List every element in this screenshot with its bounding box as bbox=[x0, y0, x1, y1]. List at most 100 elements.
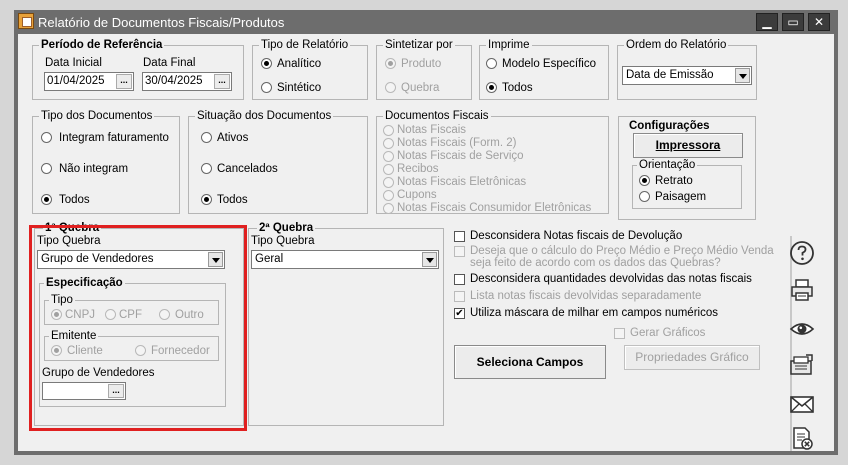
radio-cancelados[interactable] bbox=[201, 163, 212, 174]
checkbox-lista-devolvidas[interactable] bbox=[454, 291, 465, 302]
radio-nao-integram[interactable] bbox=[41, 163, 52, 174]
group-imprime: Imprime Modelo Específico Todos bbox=[479, 39, 609, 100]
radio-notas-servico[interactable] bbox=[383, 151, 394, 162]
sidebar-divider bbox=[790, 236, 792, 451]
situacao-title: Situação dos Documentos bbox=[195, 110, 334, 123]
help-icon[interactable] bbox=[789, 240, 815, 266]
desconsidera-devolucao-label: Desconsidera Notas fiscais de Devolução bbox=[470, 230, 683, 242]
propriedades-grafico-button[interactable]: Propriedades Gráfico bbox=[624, 345, 760, 370]
todos-tipo-label: Todos bbox=[59, 194, 90, 206]
docs-fiscais-title: Documentos Fiscais bbox=[383, 110, 491, 123]
group-periodo: Período de Referência Data Inicial 01/04… bbox=[32, 39, 244, 100]
todos-imprime-label: Todos bbox=[502, 82, 533, 94]
radio-nfce[interactable] bbox=[383, 203, 394, 214]
highlight-box bbox=[29, 225, 247, 431]
group-tipo-docs: Tipo dos Documentos Integram faturamento… bbox=[32, 110, 180, 214]
docs-item-5: Notas Fiscais Eletrônicas bbox=[397, 176, 527, 188]
sintetizar-title: Sintetizar por bbox=[383, 39, 455, 52]
tipo-docs-title: Tipo dos Documentos bbox=[39, 110, 155, 123]
data-inicial-field[interactable]: 01/04/2025 ... bbox=[44, 72, 134, 91]
email-icon[interactable] bbox=[789, 391, 815, 417]
checkbox-mascara-milhar[interactable]: ✔ bbox=[454, 308, 465, 319]
printer-icon[interactable] bbox=[789, 277, 815, 303]
cancelados-label: Cancelados bbox=[217, 163, 278, 175]
checkbox-desconsidera-devolucao[interactable] bbox=[454, 231, 465, 242]
produto-label: Produto bbox=[401, 58, 442, 70]
periodo-title: Período de Referência bbox=[39, 39, 165, 52]
lista-devolvidas-label: Lista notas fiscais devolvidas separadam… bbox=[470, 290, 702, 302]
radio-produto[interactable] bbox=[385, 58, 396, 69]
close-button[interactable]: ✕ bbox=[808, 13, 830, 31]
radio-nfe[interactable] bbox=[383, 177, 394, 188]
export-icon[interactable] bbox=[789, 352, 815, 378]
analitico-label: Analítico bbox=[277, 58, 322, 70]
data-final-value: 30/04/2025 bbox=[145, 75, 203, 87]
group-situacao: Situação dos Documentos Ativos Cancelado… bbox=[188, 110, 368, 214]
docs-item-2: Notas Fiscais (Form. 2) bbox=[397, 137, 517, 149]
radio-todos-imprime[interactable] bbox=[486, 82, 497, 93]
docs-item-6: Cupons bbox=[397, 189, 437, 201]
chevron-down-icon[interactable] bbox=[735, 68, 750, 83]
tipo-relatorio-title: Tipo de Relatório bbox=[259, 39, 351, 52]
ordem-select[interactable]: Data de Emissão bbox=[622, 66, 752, 85]
sintetico-label: Sintético bbox=[277, 82, 322, 94]
radio-cupons[interactable] bbox=[383, 190, 394, 201]
preview-icon[interactable] bbox=[789, 316, 815, 342]
radio-integram[interactable] bbox=[41, 132, 52, 143]
close-report-icon[interactable] bbox=[789, 426, 815, 452]
data-final-label: Data Final bbox=[143, 57, 196, 69]
radio-modelo-especifico[interactable] bbox=[486, 58, 497, 69]
client-area: Período de Referência Data Inicial 01/04… bbox=[18, 34, 834, 451]
main-window: Relatório de Documentos Fiscais/Produtos… bbox=[14, 10, 838, 455]
close-icon: ✕ bbox=[813, 15, 825, 29]
check-mark-icon: ✔ bbox=[455, 308, 464, 319]
checkbox-preco-medio[interactable] bbox=[454, 246, 465, 257]
minimize-icon: ▁ bbox=[762, 15, 772, 29]
group-sintetizar: Sintetizar por Produto Quebra bbox=[376, 39, 472, 100]
data-inicial-label: Data Inicial bbox=[45, 57, 102, 69]
orientacao-title: Orientação bbox=[637, 159, 698, 172]
checkbox-quantidades-devolvidas[interactable] bbox=[454, 274, 465, 285]
data-final-field[interactable]: 30/04/2025 ... bbox=[142, 72, 232, 91]
radio-sintetico[interactable] bbox=[261, 82, 272, 93]
radio-quebra[interactable] bbox=[385, 82, 396, 93]
maximize-icon: ▭ bbox=[787, 15, 799, 29]
docs-item-1: Notas Fiscais bbox=[397, 124, 467, 136]
minimize-button[interactable]: ▁ bbox=[756, 13, 778, 31]
seleciona-campos-button[interactable]: Seleciona Campos bbox=[454, 345, 606, 379]
retrato-label: Retrato bbox=[655, 175, 693, 187]
quebra2-tipo-value: Geral bbox=[255, 253, 284, 265]
modelo-especifico-label: Modelo Específico bbox=[502, 58, 596, 70]
docs-item-7: Notas Fiscais Consumidor Eletrônicas bbox=[397, 202, 592, 214]
maximize-button[interactable]: ▭ bbox=[782, 13, 804, 31]
data-inicial-picker-button[interactable]: ... bbox=[116, 74, 132, 89]
checkbox-gerar-graficos[interactable] bbox=[614, 328, 625, 339]
group-quebra2: 2ª Quebra Tipo Quebra Geral bbox=[248, 222, 444, 426]
impressora-button[interactable]: Impressora bbox=[633, 133, 743, 158]
data-final-picker-button[interactable]: ... bbox=[214, 74, 230, 89]
group-docs-fiscais: Documentos Fiscais Notas Fiscais Notas F… bbox=[376, 110, 609, 214]
gerar-graficos-label: Gerar Gráficos bbox=[630, 327, 706, 339]
radio-recibos[interactable] bbox=[383, 164, 394, 175]
quantidades-devolvidas-label: Desconsidera quantidades devolvidas das … bbox=[470, 273, 752, 285]
radio-todos-situacao[interactable] bbox=[201, 194, 212, 205]
radio-notas-form2[interactable] bbox=[383, 138, 394, 149]
integram-label: Integram faturamento bbox=[59, 132, 169, 144]
quebra2-tipo-label: Tipo Quebra bbox=[251, 235, 315, 247]
ativos-label: Ativos bbox=[217, 132, 249, 144]
radio-ativos[interactable] bbox=[201, 132, 212, 143]
ordem-title: Ordem do Relatório bbox=[624, 39, 729, 52]
radio-notas-fiscais[interactable] bbox=[383, 125, 394, 136]
radio-paisagem[interactable] bbox=[639, 191, 650, 202]
paisagem-label: Paisagem bbox=[655, 191, 707, 203]
radio-analitico[interactable] bbox=[261, 58, 272, 69]
radio-retrato[interactable] bbox=[639, 175, 650, 186]
quebra2-tipo-select[interactable]: Geral bbox=[251, 250, 439, 269]
mascara-milhar-label: Utiliza máscara de milhar em campos numé… bbox=[470, 307, 718, 319]
radio-todos-tipo[interactable] bbox=[41, 194, 52, 205]
preco-medio-label-2: seja feito de acordo com os dados das Qu… bbox=[470, 257, 721, 269]
chevron-down-icon[interactable] bbox=[422, 252, 437, 267]
data-inicial-value: 01/04/2025 bbox=[47, 75, 105, 87]
group-orientacao: Orientação Retrato Paisagem bbox=[632, 159, 742, 209]
group-tipo-relatorio: Tipo de Relatório Analítico Sintético bbox=[252, 39, 368, 100]
